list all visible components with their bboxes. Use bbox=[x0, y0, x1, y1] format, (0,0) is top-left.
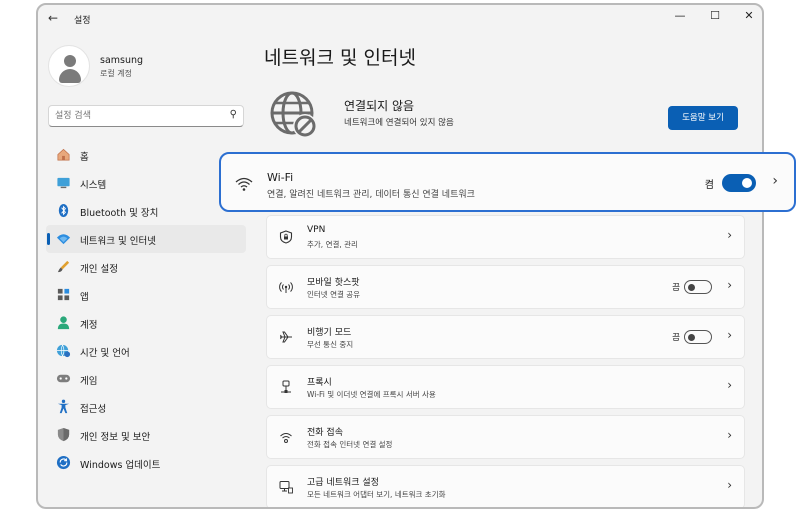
wifi-toggle[interactable] bbox=[722, 174, 756, 192]
sidebar-item-gaming[interactable]: 게임 bbox=[46, 365, 246, 393]
wifi-icon bbox=[235, 177, 253, 191]
hotspot-toggle[interactable] bbox=[684, 280, 712, 294]
sidebar-item-label: Windows 업데이트 bbox=[80, 460, 161, 471]
hotspot-icon bbox=[279, 282, 293, 293]
card-subtitle: Wi-Fi 및 이더넷 연결에 프록시 서버 사용 bbox=[307, 390, 436, 399]
toggle-state-label: 끔 bbox=[672, 283, 680, 293]
chevron-right-icon: › bbox=[727, 328, 732, 342]
dialup-icon bbox=[280, 433, 292, 443]
account-icon bbox=[57, 316, 70, 330]
card-title: 프록시 bbox=[307, 378, 332, 388]
back-arrow-icon[interactable]: ← bbox=[48, 11, 58, 25]
globe-disconnected-icon bbox=[270, 91, 317, 138]
card-subtitle: 연결, 알려진 네트워크 관리, 데이터 통신 연결 네트워크 bbox=[267, 190, 475, 200]
sidebar-item-label: 계정 bbox=[80, 320, 98, 331]
minimize-icon[interactable]: — bbox=[672, 9, 688, 22]
advanced-network-icon bbox=[279, 481, 293, 494]
system-icon bbox=[57, 177, 70, 189]
status-subtitle: 네트워크에 연결되어 있지 않음 bbox=[344, 118, 454, 128]
proxy-icon bbox=[281, 380, 291, 393]
card-subtitle: 모든 네트워크 어댑터 보기, 네트워크 초기화 bbox=[307, 490, 446, 499]
help-button[interactable]: 도움말 보기 bbox=[668, 106, 738, 130]
sidebar-item-label: Bluetooth 및 장치 bbox=[80, 208, 159, 219]
home-icon bbox=[57, 148, 70, 161]
sidebar-item-label: 게임 bbox=[80, 376, 98, 387]
search-icon[interactable]: ⚲ bbox=[230, 109, 237, 120]
card-title: 전화 접속 bbox=[307, 428, 343, 438]
title-bar: ← 설정 — ☐ ✕ bbox=[38, 5, 762, 31]
card-title: 고급 네트워크 설정 bbox=[307, 478, 379, 488]
status-title: 연결되지 않음 bbox=[344, 99, 415, 113]
sidebar-item-bluetooth[interactable]: Bluetooth 및 장치 bbox=[46, 197, 246, 225]
search-input[interactable] bbox=[55, 109, 215, 123]
sidebar-item-label: 개인 정보 및 보안 bbox=[80, 432, 151, 443]
sidebar-item-label: 앱 bbox=[80, 292, 89, 303]
brush-icon bbox=[57, 260, 70, 273]
card-title: 비행기 모드 bbox=[307, 328, 352, 338]
airplane-mode-toggle[interactable] bbox=[684, 330, 712, 344]
airplane-icon bbox=[280, 331, 292, 343]
bluetooth-icon bbox=[58, 203, 69, 218]
search-field[interactable]: ⚲ bbox=[48, 105, 244, 127]
chevron-right-icon: › bbox=[727, 378, 732, 392]
sidebar-nav: 홈 시스템 Bluetooth 및 장치 네트워크 및 인터넷 개인 설정 앱 … bbox=[46, 141, 246, 477]
sidebar-item-accessibility[interactable]: 접근성 bbox=[46, 393, 246, 421]
settings-window: ← 설정 — ☐ ✕ samsung 로컬 계정 ⚲ 홈 시스템 Bluetoo… bbox=[36, 3, 764, 509]
window-title: 설정 bbox=[74, 16, 91, 26]
chevron-right-icon: › bbox=[727, 428, 732, 442]
chevron-right-icon: › bbox=[727, 228, 732, 242]
card-subtitle: 무선 통신 중지 bbox=[307, 340, 354, 349]
card-title: 모바일 핫스팟 bbox=[307, 278, 360, 288]
globe-clock-icon bbox=[56, 344, 71, 358]
sidebar-item-windows-update[interactable]: Windows 업데이트 bbox=[46, 449, 246, 477]
apps-icon bbox=[57, 288, 70, 301]
card-wifi[interactable]: Wi-Fi 연결, 알려진 네트워크 관리, 데이터 통신 연결 네트워크 켬 … bbox=[219, 152, 796, 212]
gamepad-icon bbox=[56, 374, 71, 383]
card-vpn[interactable]: VPN 추가, 연결, 관리 › bbox=[266, 215, 745, 259]
vpn-shield-icon bbox=[279, 230, 293, 244]
sidebar-item-system[interactable]: 시스템 bbox=[46, 169, 246, 197]
card-proxy[interactable]: 프록시 Wi-Fi 및 이더넷 연결에 프록시 서버 사용 › bbox=[266, 365, 745, 409]
sidebar-item-label: 네트워크 및 인터넷 bbox=[80, 236, 156, 247]
page-title: 네트워크 및 인터넷 bbox=[264, 47, 416, 69]
card-dial-up[interactable]: 전화 접속 전화 접속 인터넷 연결 설정 › bbox=[266, 415, 745, 459]
toggle-state-label: 켬 bbox=[704, 180, 714, 191]
card-subtitle: 추가, 연결, 관리 bbox=[307, 240, 358, 249]
card-advanced-network[interactable]: 고급 네트워크 설정 모든 네트워크 어댑터 보기, 네트워크 초기화 › bbox=[266, 465, 745, 507]
update-icon bbox=[56, 455, 71, 470]
sidebar-item-personalization[interactable]: 개인 설정 bbox=[46, 253, 246, 281]
accessibility-icon bbox=[57, 399, 70, 414]
sidebar-item-time-language[interactable]: 시간 및 언어 bbox=[46, 337, 246, 365]
sidebar-item-label: 접근성 bbox=[80, 404, 107, 415]
toggle-state-label: 끔 bbox=[672, 333, 680, 343]
sidebar-item-apps[interactable]: 앱 bbox=[46, 281, 246, 309]
sidebar-item-accounts[interactable]: 계정 bbox=[46, 309, 246, 337]
user-name: samsung bbox=[100, 55, 144, 66]
card-subtitle: 인터넷 연결 공유 bbox=[307, 290, 361, 299]
card-subtitle: 전화 접속 인터넷 연결 설정 bbox=[307, 440, 393, 449]
card-mobile-hotspot[interactable]: 모바일 핫스팟 인터넷 연결 공유 끔 › bbox=[266, 265, 745, 309]
close-icon[interactable]: ✕ bbox=[741, 9, 757, 22]
sidebar-item-network[interactable]: 네트워크 및 인터넷 bbox=[46, 225, 246, 253]
chevron-right-icon: › bbox=[727, 478, 732, 492]
shield-icon bbox=[57, 427, 70, 442]
card-title: Wi-Fi bbox=[267, 171, 294, 184]
sidebar-item-privacy[interactable]: 개인 정보 및 보안 bbox=[46, 421, 246, 449]
user-profile[interactable]: samsung 로컬 계정 bbox=[48, 45, 248, 91]
sidebar-item-label: 시간 및 언어 bbox=[80, 348, 130, 359]
maximize-icon[interactable]: ☐ bbox=[707, 9, 723, 22]
sidebar-item-label: 개인 설정 bbox=[80, 264, 118, 275]
sidebar-item-label: 시스템 bbox=[80, 180, 107, 191]
sidebar-item-label: 홈 bbox=[80, 152, 89, 163]
avatar bbox=[48, 45, 90, 87]
sidebar-item-home[interactable]: 홈 bbox=[46, 141, 246, 169]
account-type: 로컬 계정 bbox=[100, 69, 132, 78]
network-icon bbox=[56, 234, 71, 245]
chevron-right-icon: › bbox=[772, 173, 778, 189]
chevron-right-icon: › bbox=[727, 278, 732, 292]
card-airplane-mode[interactable]: 비행기 모드 무선 통신 중지 끔 › bbox=[266, 315, 745, 359]
card-title: VPN bbox=[307, 225, 326, 235]
